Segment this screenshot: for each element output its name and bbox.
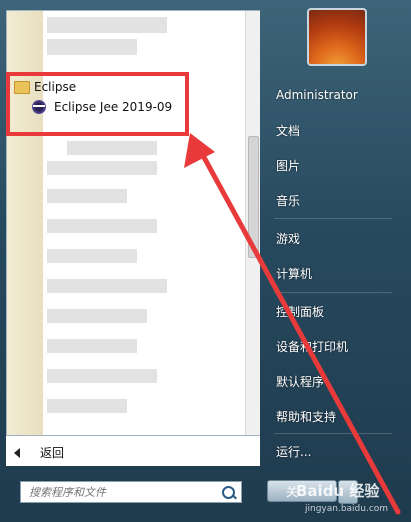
annotation-arrow: [184, 133, 401, 515]
